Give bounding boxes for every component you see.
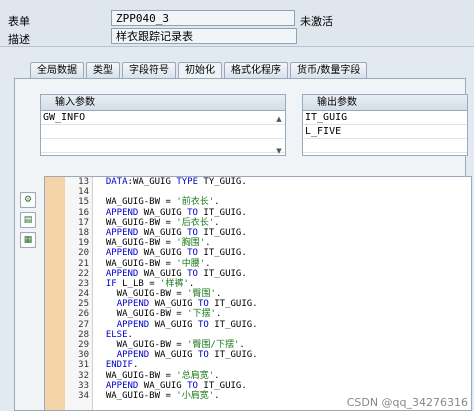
code-editor[interactable]: 13 14 15 16 17 18 19 20 21 22 23 24 25 26 27 28 29 30 31 32…	[44, 176, 472, 411]
output-param-row[interactable]: IT_GUIG	[303, 111, 467, 125]
output-param-row[interactable]: L_FIVE	[303, 125, 467, 139]
code-line[interactable]: WA_GUIG-BW = '臀围/下摆'.	[95, 340, 471, 350]
line-number: 24	[78, 289, 89, 300]
line-number: 28	[78, 329, 89, 340]
line-numbers: 13 14 15 16 17 18 19 20 21 22 23 24 25 26 27 28 29 30 31 32…	[65, 177, 93, 410]
pattern-icon[interactable]: ▦	[20, 232, 36, 248]
editor-gutter	[45, 177, 65, 410]
code-line[interactable]: ENDIF.	[95, 360, 471, 370]
code-line[interactable]: APPEND WA_GUIG TO IT_GUIG.	[95, 350, 471, 360]
line-number: 19	[78, 238, 89, 249]
code-line[interactable]: WA_GUIG-BW = '后衣长'.	[95, 218, 471, 228]
code-line[interactable]: WA_GUIG-BW = '总肩宽'.	[95, 371, 471, 381]
line-number: 21	[78, 258, 89, 269]
tab-currency-quantity-fields[interactable]: 货币/数量字段	[290, 62, 368, 78]
code-line[interactable]: WA_GUIG-BW = '胸围'.	[95, 238, 471, 248]
line-number: 22	[78, 268, 89, 279]
code-line[interactable]: IF L_LB = '样裤'.	[95, 279, 471, 289]
input-params-table: 输入参数 GW_INFO ▲ ▼	[40, 94, 286, 156]
code-line[interactable]: APPEND WA_GUIG TO IT_GUIG.	[95, 228, 471, 238]
tab-bar: 全局数据 类型 字段符号 初始化 格式化程序 货币/数量字段	[30, 62, 369, 78]
status-text: 未激活	[300, 15, 333, 28]
code-line[interactable]: APPEND WA_GUIG TO IT_GUIG.	[95, 381, 471, 391]
code-line[interactable]: APPEND WA_GUIG TO IT_GUIG.	[95, 208, 471, 218]
line-number: 16	[78, 207, 89, 218]
code-line[interactable]: WA_GUIG-BW = '前衣长'.	[95, 197, 471, 207]
description-field[interactable]: 样衣跟踪记录表	[111, 28, 297, 44]
output-params-table: 输出参数 IT_GUIG L_FIVE	[302, 94, 468, 156]
code-line[interactable]: APPEND WA_GUIG TO IT_GUIG.	[95, 269, 471, 279]
code-line[interactable]: APPEND WA_GUIG TO IT_GUIG.	[95, 320, 471, 330]
line-number: 34	[78, 390, 89, 401]
code-line[interactable]: WA_GUIG-BW = '下摆'.	[95, 309, 471, 319]
code-line[interactable]: APPEND WA_GUIG TO IT_GUIG.	[95, 299, 471, 309]
line-number: 23	[78, 278, 89, 289]
tab-field-symbols[interactable]: 字段符号	[122, 62, 176, 78]
pretty-printer-icon[interactable]: ⚙	[20, 192, 36, 208]
input-param-row[interactable]	[41, 125, 285, 139]
output-param-row[interactable]	[303, 139, 467, 153]
output-params-header: 输出参数	[303, 95, 467, 111]
insert-icon[interactable]: ▤	[20, 212, 36, 228]
code-line[interactable]: WA_GUIG-BW = '中腰'.	[95, 259, 471, 269]
line-number: 30	[78, 350, 89, 361]
line-number: 13	[78, 177, 89, 187]
line-number: 33	[78, 380, 89, 391]
line-number: 18	[78, 227, 89, 238]
code-line[interactable]: ELSE.	[95, 330, 471, 340]
line-number: 32	[78, 370, 89, 381]
desc-label: 描述	[8, 33, 30, 46]
tab-initialization[interactable]: 初始化	[178, 62, 222, 78]
table-name-field[interactable]: ZPP040_3	[111, 10, 295, 26]
tab-formatting-routines[interactable]: 格式化程序	[224, 62, 288, 78]
watermark-text: CSDN @qq_34276316	[346, 396, 468, 409]
code-line[interactable]: DATA:WA_GUIG TYPE TY_GUIG.	[95, 177, 471, 187]
scroll-down-icon[interactable]: ▼	[275, 147, 283, 155]
table-label: 表单	[8, 15, 30, 28]
line-number: 27	[78, 319, 89, 330]
line-number: 14	[78, 187, 89, 198]
line-number: 31	[78, 360, 89, 371]
line-number: 20	[78, 248, 89, 259]
input-param-row[interactable]	[41, 139, 285, 153]
line-number: 15	[78, 197, 89, 208]
code-line[interactable]	[95, 187, 471, 197]
line-number: 17	[78, 217, 89, 228]
code-line[interactable]: APPEND WA_GUIG TO IT_GUIG.	[95, 248, 471, 258]
line-number: 25	[78, 299, 89, 310]
code-line[interactable]: WA_GUIG-BW = '臀围'.	[95, 289, 471, 299]
tab-types[interactable]: 类型	[86, 62, 120, 78]
code-area[interactable]: DATA:WA_GUIG TYPE TY_GUIG. WA_GUIG-BW = …	[95, 177, 471, 401]
editor-toolbar: ⚙ ▤ ▦	[20, 192, 36, 252]
input-params-header: 输入参数	[41, 95, 285, 111]
line-number: 29	[78, 340, 89, 350]
input-param-row[interactable]: GW_INFO	[41, 111, 285, 125]
tab-global-data[interactable]: 全局数据	[30, 62, 84, 78]
line-number: 26	[78, 309, 89, 320]
scroll-up-icon[interactable]: ▲	[275, 115, 283, 123]
